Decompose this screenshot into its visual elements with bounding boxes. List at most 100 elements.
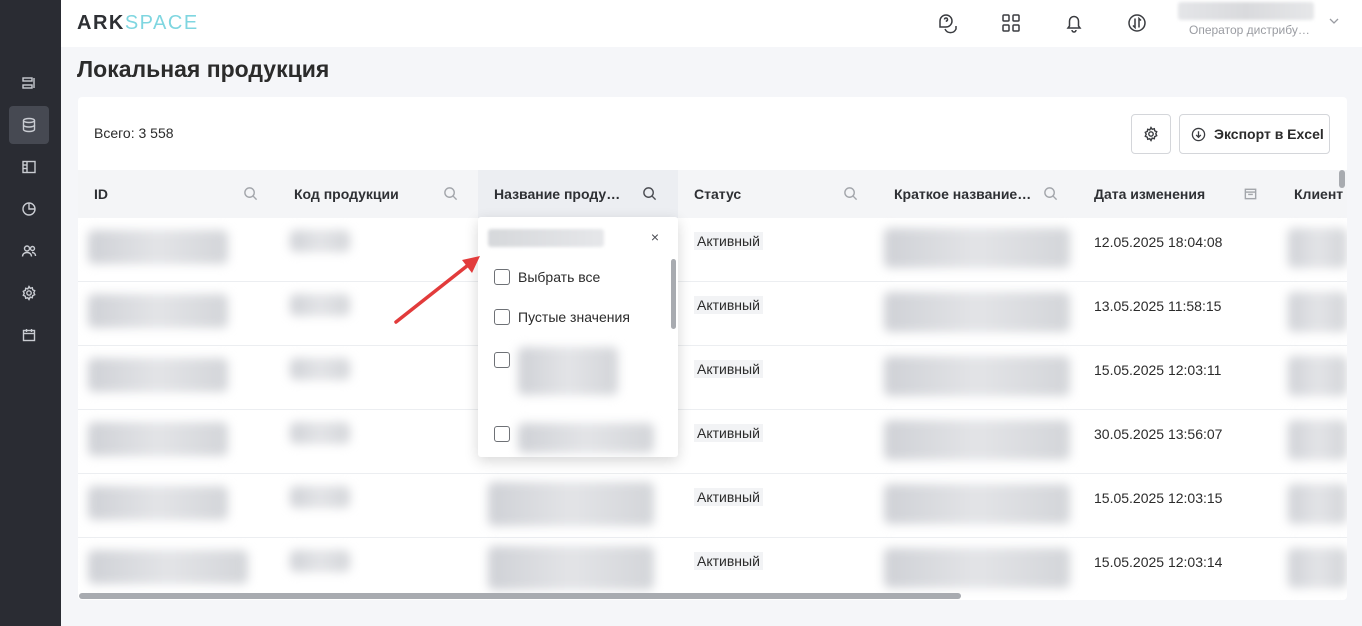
sidebar-item-list[interactable]: [9, 64, 49, 102]
page-title: Локальная продукция: [77, 56, 330, 82]
total-count: Всего: 3 558: [94, 125, 174, 141]
redacted-cell: [290, 294, 350, 316]
empty-values-option[interactable]: Пустые значения: [494, 307, 630, 327]
search-icon[interactable]: [642, 186, 658, 202]
modified-date: 13.05.2025 11:58:15: [1094, 298, 1222, 314]
download-icon: [1191, 127, 1206, 141]
redacted-cell: [290, 422, 350, 444]
checkbox[interactable]: [494, 426, 510, 442]
search-icon[interactable]: [243, 186, 259, 202]
filter-option[interactable]: [494, 424, 510, 444]
redacted-cell: [1288, 420, 1347, 460]
redacted-option-label: [518, 347, 618, 395]
dropdown-scrollbar[interactable]: [671, 259, 676, 329]
vertical-scrollbar[interactable]: [1339, 170, 1345, 188]
table-settings-button[interactable]: [1131, 114, 1171, 154]
annotation-arrow-icon: [394, 256, 480, 324]
pie-chart-icon: [22, 202, 36, 216]
user-menu-toggle[interactable]: [1327, 14, 1341, 28]
modified-date: 15.05.2025 12:03:15: [1094, 490, 1223, 506]
table-header: ID Код продукции Название проду… Статус …: [78, 170, 1347, 218]
user-name-redacted[interactable]: [1178, 2, 1314, 20]
redacted-cell: [290, 358, 350, 380]
redacted-cell: [488, 546, 654, 590]
status-badge: Активный: [694, 296, 763, 314]
logo[interactable]: ARKSPACE: [77, 12, 199, 35]
redacted-cell: [88, 230, 228, 264]
checkbox[interactable]: [494, 352, 510, 368]
sidebar-item-database[interactable]: [9, 106, 49, 144]
modified-date: 12.05.2025 18:04:08: [1094, 234, 1223, 250]
switch-button[interactable]: [1124, 10, 1150, 36]
status-badge: Активный: [694, 232, 763, 250]
checkbox[interactable]: [494, 309, 510, 325]
settings-icon: [22, 285, 36, 301]
sidebar-item-settings[interactable]: [9, 274, 49, 312]
status-badge: Активный: [694, 488, 763, 506]
sidebar-item-users[interactable]: [9, 232, 49, 270]
search-icon[interactable]: [1043, 186, 1059, 202]
calendar-icon: [22, 329, 36, 342]
sidebar-item-calendar[interactable]: [9, 316, 49, 354]
switch-icon: [1128, 14, 1146, 32]
redacted-cell: [88, 486, 228, 520]
redacted-cell: [88, 422, 228, 456]
redacted-cell: [884, 356, 1070, 396]
help-chat-icon: [939, 14, 957, 34]
redacted-cell: [488, 482, 654, 526]
status-badge: Активный: [694, 552, 763, 570]
redacted-cell: [1288, 228, 1347, 268]
database-icon: [22, 117, 36, 133]
redacted-cell: [1288, 484, 1347, 524]
sidebar-item-layout[interactable]: [9, 148, 49, 186]
table-row[interactable]: Активный 12.05.2025 18:04:08: [78, 218, 1347, 282]
redacted-cell: [884, 484, 1070, 524]
redacted-cell: [884, 548, 1070, 588]
redacted-cell: [1288, 548, 1347, 588]
table-row[interactable]: Активный 15.05.2025 12:03:15: [78, 474, 1347, 538]
table-row[interactable]: Активный 15.05.2025 12:03:14: [78, 538, 1347, 600]
horizontal-scrollbar[interactable]: [79, 593, 961, 599]
table-row[interactable]: Активный 13.05.2025 11:58:15: [78, 282, 1347, 346]
layout-icon: [22, 160, 36, 174]
redacted-cell: [290, 486, 350, 508]
chevron-down-icon: [1329, 18, 1339, 24]
column-header-client[interactable]: Клиент: [1278, 170, 1347, 218]
export-excel-button[interactable]: Экспорт в Excel: [1179, 114, 1330, 154]
redacted-cell: [884, 292, 1070, 332]
checkbox[interactable]: [494, 269, 510, 285]
select-all-option[interactable]: Выбрать все: [494, 267, 600, 287]
redacted-cell: [88, 550, 248, 584]
apps-button[interactable]: [998, 10, 1024, 36]
bell-icon: [1066, 15, 1082, 33]
top-header: ARKSPACE Оператор дистрибу…: [61, 0, 1362, 47]
search-icon[interactable]: [843, 186, 859, 202]
redacted-cell: [290, 550, 350, 572]
table-row[interactable]: Активный 30.05.2025 13:56:07: [78, 410, 1347, 474]
list-icon: [22, 77, 35, 89]
users-icon: [21, 245, 37, 257]
redacted-cell: [884, 420, 1070, 460]
filter-option[interactable]: [494, 350, 510, 370]
modified-date: 30.05.2025 13:56:07: [1094, 426, 1223, 442]
filter-search-input[interactable]: [488, 229, 604, 247]
redacted-cell: [290, 230, 350, 252]
notifications-button[interactable]: [1061, 10, 1087, 36]
sidebar: [0, 0, 61, 626]
sidebar-item-reports[interactable]: [9, 190, 49, 228]
gear-icon: [1144, 126, 1158, 142]
redacted-cell: [88, 358, 228, 392]
close-icon[interactable]: ×: [647, 229, 663, 245]
table-row[interactable]: Активный 15.05.2025 12:03:11: [78, 346, 1347, 410]
apps-grid-icon: [1002, 14, 1020, 32]
status-badge: Активный: [694, 360, 763, 378]
redacted-option-label: [518, 423, 654, 453]
products-card: Всего: 3 558 Экспорт в Excel ID Код прод…: [78, 97, 1347, 600]
modified-date: 15.05.2025 12:03:14: [1094, 554, 1223, 570]
search-icon[interactable]: [443, 186, 459, 202]
redacted-cell: [88, 294, 228, 328]
help-chat-button[interactable]: [935, 10, 961, 36]
calendar-icon[interactable]: [1243, 186, 1259, 202]
modified-date: 15.05.2025 12:03:11: [1094, 362, 1222, 378]
user-role[interactable]: Оператор дистрибу…: [1189, 23, 1310, 37]
